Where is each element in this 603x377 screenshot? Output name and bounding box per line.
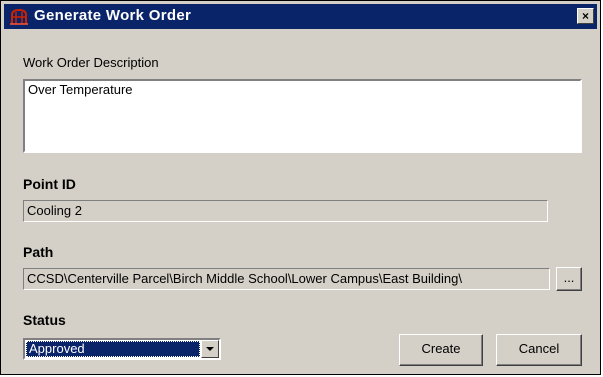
description-label: Work Order Description: [23, 55, 159, 70]
close-button[interactable]: ×: [577, 8, 594, 24]
status-selected-value: Approved: [26, 341, 200, 357]
status-label: Status: [23, 312, 66, 328]
create-button[interactable]: Create: [399, 334, 483, 366]
generate-work-order-icon: [10, 8, 28, 25]
title-bar[interactable]: Generate Work Order ×: [4, 4, 597, 29]
point-id-field: Cooling 2: [23, 200, 548, 222]
path-field: CCSD\Centerville Parcel\Birch Middle Sch…: [23, 268, 550, 290]
status-select[interactable]: Approved: [23, 338, 221, 360]
window-title: Generate Work Order: [34, 7, 192, 24]
cancel-button[interactable]: Cancel: [496, 334, 582, 366]
browse-path-button[interactable]: ...: [556, 267, 582, 291]
dropdown-arrow-icon[interactable]: [201, 340, 219, 358]
close-icon: ×: [581, 9, 589, 23]
path-label: Path: [23, 244, 54, 260]
generate-work-order-dialog: Generate Work Order × Work Order Descrip…: [0, 0, 601, 375]
point-id-label: Point ID: [23, 176, 76, 192]
description-textarea[interactable]: Over Temperature: [23, 79, 582, 153]
